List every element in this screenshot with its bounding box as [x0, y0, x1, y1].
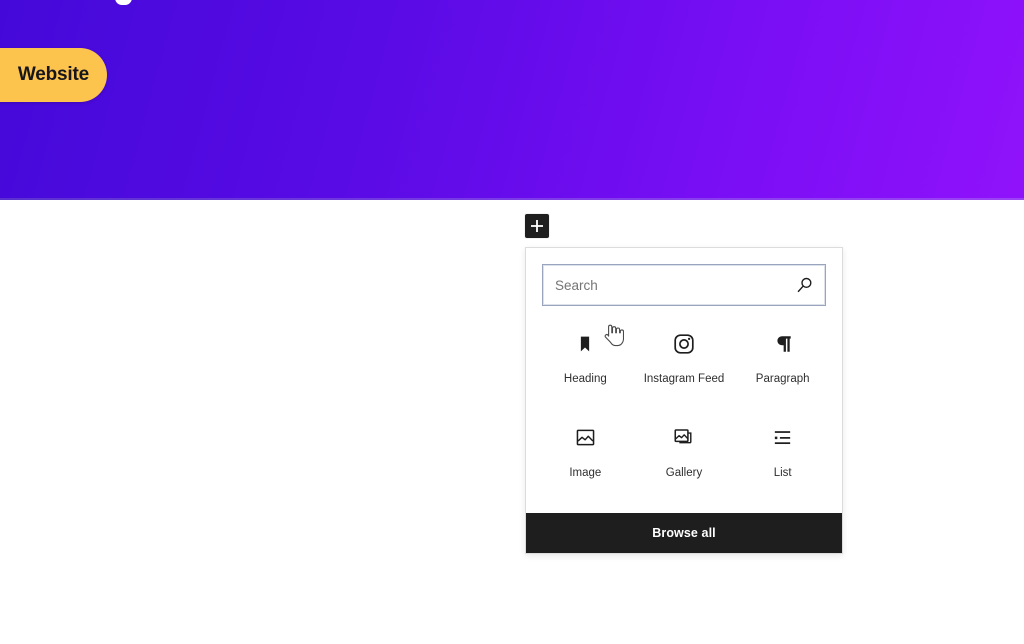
- inserter-search-area: [526, 248, 842, 306]
- block-item-list[interactable]: List: [733, 414, 832, 508]
- block-item-instagram-feed[interactable]: Instagram Feed: [635, 320, 734, 414]
- block-item-label: Paragraph: [755, 373, 810, 385]
- hero-cta-label: Website: [17, 64, 89, 85]
- pilcrow-icon: [771, 332, 795, 356]
- block-item-label: Image: [569, 466, 602, 479]
- block-item-heading[interactable]: Heading: [536, 320, 635, 414]
- block-item-label: Heading: [563, 373, 607, 385]
- browse-all-button[interactable]: Browse all: [526, 513, 842, 553]
- block-inserter-popover: Heading Instagram Feed Paragraph: [525, 247, 843, 554]
- block-item-gallery[interactable]: Gallery: [635, 414, 734, 508]
- block-item-label: Instagram Feed: [643, 373, 725, 385]
- image-icon: [573, 426, 597, 450]
- search-input[interactable]: [543, 265, 825, 305]
- search-field[interactable]: [542, 264, 826, 306]
- block-item-paragraph[interactable]: Paragraph: [733, 320, 832, 414]
- clipped-glyph-fragment: [115, 0, 132, 5]
- block-item-image[interactable]: Image: [536, 414, 635, 508]
- editor-canvas[interactable]: [0, 200, 1024, 644]
- heading-bookmark-icon: [573, 332, 597, 356]
- block-inserter-toggle-button[interactable]: [525, 214, 549, 238]
- gallery-icon: [672, 426, 696, 450]
- instagram-icon: [672, 332, 696, 356]
- list-icon: [771, 426, 795, 450]
- block-item-label: List: [773, 466, 792, 479]
- block-type-grid: Heading Instagram Feed Paragraph Image G…: [526, 306, 842, 513]
- hero-cta-button[interactable]: Website: [0, 48, 107, 102]
- plus-icon: [530, 219, 544, 233]
- block-item-label: Gallery: [665, 466, 703, 479]
- hero-banner: Website: [0, 0, 1024, 200]
